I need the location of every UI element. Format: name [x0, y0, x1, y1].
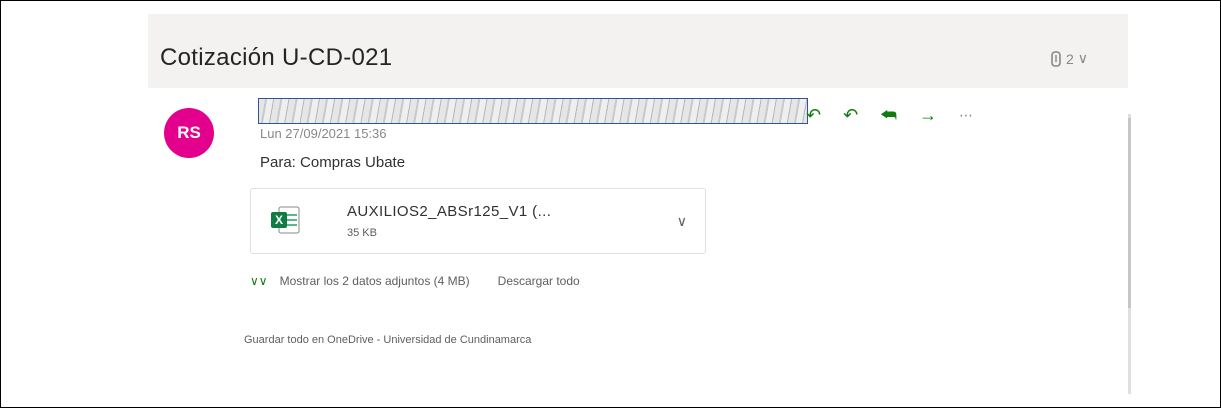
- reply-all-icon[interactable]: ⮪: [880, 106, 897, 124]
- message-card: RS Lun 27/09/2021 15:36 Para: Compras Ub…: [150, 88, 1110, 394]
- reply-all-icon[interactable]: ↶: [806, 106, 821, 124]
- attachment-count: 2: [1065, 50, 1074, 67]
- paperclip-icon: [1051, 50, 1061, 67]
- reading-pane: Cotización U-CD-021 2 ∨ RS Lun 27/09/202…: [148, 14, 1131, 394]
- show-attachments-link[interactable]: Mostrar los 2 datos adjuntos (4 MB): [280, 274, 470, 288]
- recipients-line: Para: Compras Ubate: [260, 154, 406, 171]
- chevron-down-icon[interactable]: ∨: [677, 213, 687, 230]
- attachment-count-toggle[interactable]: 2 ∨: [1050, 50, 1088, 67]
- reply-icon[interactable]: ↶: [843, 106, 858, 124]
- message-actions: ↶ ↶ ⮪ → ⋯: [806, 106, 975, 124]
- svg-text:X: X: [275, 213, 283, 227]
- save-to-onedrive-link[interactable]: Guardar todo en OneDrive - Universidad d…: [244, 334, 531, 346]
- chevron-down-icon: ∨: [1077, 50, 1088, 66]
- attachment-file-size: 35 KB: [347, 227, 377, 239]
- excel-icon: X: [271, 206, 300, 234]
- attachments-bar: ∨∨ Mostrar los 2 datos adjuntos (4 MB) D…: [250, 274, 580, 288]
- message-date: Lun 27/09/2021 15:36: [260, 126, 387, 141]
- sender-redacted-box: [258, 98, 808, 124]
- more-icon[interactable]: ⋯: [959, 106, 975, 124]
- email-subject: Cotización U-CD-021: [160, 44, 393, 71]
- attachment-file-name[interactable]: AUXILIOS2_ABSr125_V1 (...: [347, 203, 551, 220]
- attachment-card[interactable]: X AUXILIOS2_ABSr125_V1 (... 35 KB ∨: [250, 188, 706, 254]
- double-chevron-down-icon[interactable]: ∨∨: [250, 274, 268, 288]
- avatar[interactable]: RS: [164, 108, 214, 158]
- forward-icon[interactable]: →: [919, 106, 937, 124]
- subject-header: Cotización U-CD-021 2 ∨: [148, 14, 1128, 88]
- download-all-link[interactable]: Descargar todo: [498, 274, 580, 288]
- scrollbar-thumb[interactable]: [1128, 118, 1131, 308]
